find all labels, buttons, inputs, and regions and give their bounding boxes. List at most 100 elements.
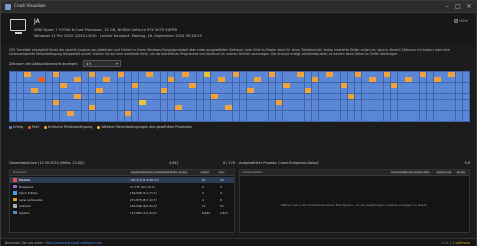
- grid-cell[interactable]: [275, 110, 283, 116]
- grid-cell[interactable]: [434, 105, 441, 111]
- grid-cell[interactable]: [45, 82, 53, 88]
- grid-cell[interactable]: [59, 71, 67, 77]
- grid-cell[interactable]: [304, 110, 312, 116]
- grid-cell[interactable]: [426, 82, 434, 88]
- grid-cell[interactable]: [59, 94, 67, 99]
- grid-cell[interactable]: [110, 71, 117, 77]
- grid-cell[interactable]: [426, 99, 434, 105]
- grid-cell[interactable]: [175, 94, 182, 99]
- grid-cell[interactable]: [124, 82, 132, 88]
- grid-cell[interactable]: [462, 82, 470, 88]
- grid-cell[interactable]: [9, 71, 17, 77]
- grid-cell[interactable]: [304, 88, 312, 94]
- grid-cell[interactable]: [211, 82, 218, 88]
- grid-cell[interactable]: [441, 99, 448, 105]
- grid-cell[interactable]: [239, 82, 247, 88]
- grid-cell[interactable]: [23, 71, 31, 77]
- grid-cell[interactable]: [9, 105, 17, 111]
- grid-cell[interactable]: [398, 71, 405, 77]
- grid-cell[interactable]: [419, 77, 427, 83]
- grid-cell[interactable]: [38, 110, 45, 116]
- grid-cell[interactable]: [203, 110, 211, 116]
- grid-cell[interactable]: [225, 88, 232, 94]
- grid-cell[interactable]: [275, 105, 283, 111]
- grid-cell[interactable]: [297, 99, 304, 105]
- grid-cell[interactable]: [290, 105, 297, 111]
- grid-cell[interactable]: [52, 77, 60, 83]
- grid-cell[interactable]: [268, 77, 276, 83]
- grid-cell[interactable]: [182, 116, 189, 122]
- grid-cell[interactable]: [419, 82, 427, 88]
- col-program[interactable]: Programm: [13, 171, 26, 174]
- grid-cell[interactable]: [31, 94, 38, 99]
- grid-cell[interactable]: [74, 105, 81, 111]
- grid-cell[interactable]: [282, 71, 290, 77]
- grid-cell[interactable]: [88, 99, 96, 105]
- grid-cell[interactable]: [95, 88, 103, 94]
- grid-cell[interactable]: [232, 99, 240, 105]
- grid-cell[interactable]: [261, 105, 268, 111]
- grid-cell[interactable]: [110, 99, 117, 105]
- grid-cell[interactable]: [175, 105, 182, 111]
- grid-cell[interactable]: [67, 82, 74, 88]
- col-error-code[interactable]: Fehlercode: [436, 171, 453, 174]
- grid-cell[interactable]: [462, 94, 470, 99]
- grid-cell[interactable]: [146, 99, 153, 105]
- grid-cell[interactable]: [369, 116, 376, 122]
- grid-cell[interactable]: [131, 116, 139, 122]
- website-link[interactable]: https://www.tracewall-software.com: [45, 241, 102, 245]
- grid-cell[interactable]: [9, 94, 17, 99]
- grid-cell[interactable]: [103, 82, 110, 88]
- col-errors[interactable]: Fehler: [200, 171, 210, 174]
- grid-cell[interactable]: [239, 99, 247, 105]
- grid-cell[interactable]: [268, 71, 276, 77]
- grid-cell[interactable]: [52, 105, 60, 111]
- grid-cell[interactable]: [254, 110, 261, 116]
- grid-cell[interactable]: [189, 116, 197, 122]
- grid-cell[interactable]: [88, 77, 96, 83]
- grid-cell[interactable]: [376, 82, 384, 88]
- grid-cell[interactable]: [182, 71, 189, 77]
- grid-cell[interactable]: [211, 116, 218, 122]
- grid-cell[interactable]: [88, 82, 96, 88]
- grid-cell[interactable]: [196, 94, 204, 99]
- grid-cell[interactable]: [419, 71, 427, 77]
- grid-cell[interactable]: [23, 99, 31, 105]
- grid-cell[interactable]: [225, 82, 232, 88]
- grid-cell[interactable]: [419, 116, 427, 122]
- grid-cell[interactable]: [88, 110, 96, 116]
- grid-cell[interactable]: [124, 116, 132, 122]
- grid-cell[interactable]: [282, 99, 290, 105]
- grid-cell[interactable]: [448, 82, 455, 88]
- grid-cell[interactable]: [103, 110, 110, 116]
- grid-cell[interactable]: [304, 116, 312, 122]
- grid-cell[interactable]: [31, 99, 38, 105]
- grid-cell[interactable]: [160, 116, 168, 122]
- grid-cell[interactable]: [16, 88, 24, 94]
- grid-cell[interactable]: [333, 88, 340, 94]
- grid-cell[interactable]: [38, 82, 45, 88]
- grid-cell[interactable]: [254, 99, 261, 105]
- grid-cell[interactable]: [139, 99, 146, 105]
- grid-cell[interactable]: [354, 82, 362, 88]
- grid-cell[interactable]: [16, 82, 24, 88]
- grid-cell[interactable]: [9, 110, 17, 116]
- grid-cell[interactable]: [182, 77, 189, 83]
- grid-cell[interactable]: [282, 77, 290, 83]
- grid-cell[interactable]: [405, 94, 412, 99]
- grid-cell[interactable]: [175, 77, 182, 83]
- grid-cell[interactable]: [38, 105, 45, 111]
- grid-cell[interactable]: [354, 110, 362, 116]
- grid-cell[interactable]: [175, 110, 182, 116]
- grid-cell[interactable]: [419, 105, 427, 111]
- grid-cell[interactable]: [246, 77, 254, 83]
- grid-cell[interactable]: [304, 71, 312, 77]
- grid-cell[interactable]: [347, 71, 355, 77]
- grid-cell[interactable]: [95, 116, 103, 122]
- grid-cell[interactable]: [275, 77, 283, 83]
- grid-cell[interactable]: [390, 71, 398, 77]
- grid-cell[interactable]: [441, 71, 448, 77]
- grid-cell[interactable]: [232, 116, 240, 122]
- col-critical[interactable]: Krit.: [218, 171, 226, 174]
- grid-cell[interactable]: [203, 82, 211, 88]
